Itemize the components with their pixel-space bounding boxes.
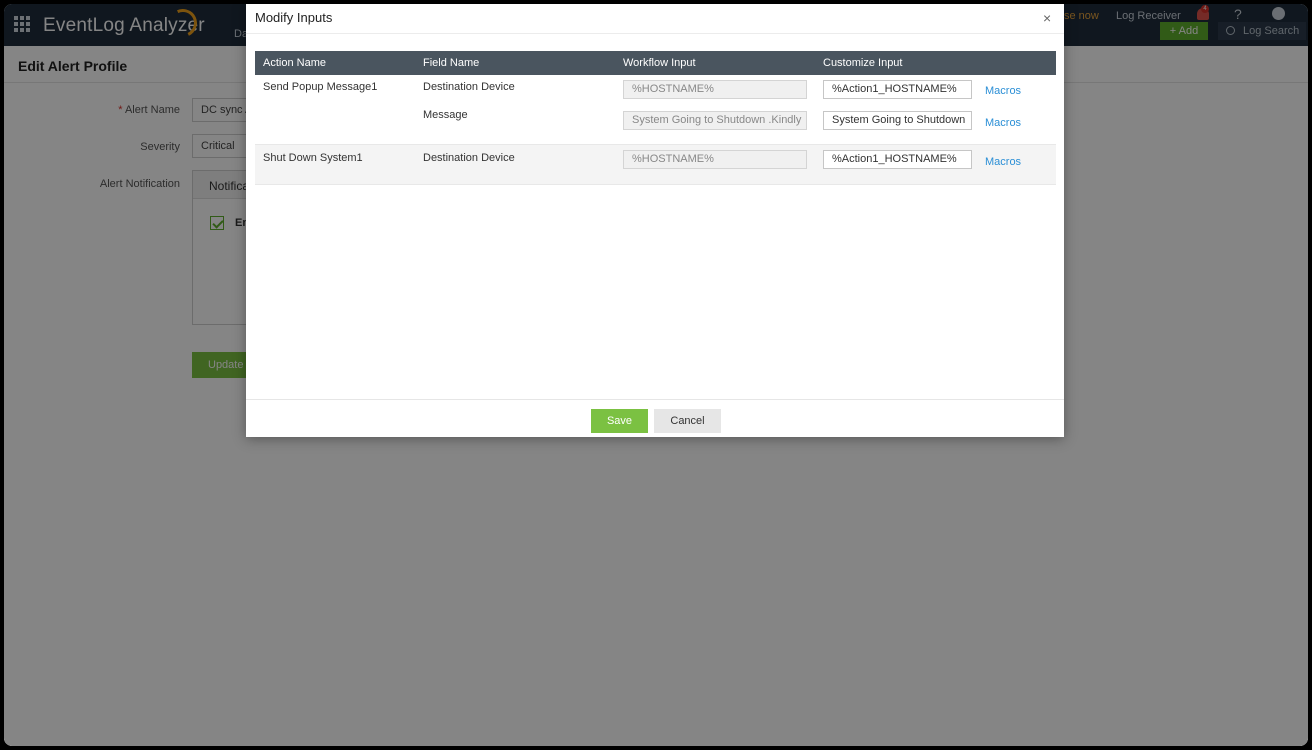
macros-link[interactable]: Macros: [985, 117, 1021, 129]
table-row: Send Popup Message1 Destination Device %…: [255, 75, 1056, 145]
column-header-workflow-input: Workflow Input: [623, 57, 696, 69]
workflow-input-field: %HOSTNAME%: [623, 150, 807, 169]
field-name-cell: Message: [423, 109, 468, 121]
table-row: Shut Down System1 Destination Device %HO…: [255, 145, 1056, 185]
close-icon[interactable]: ×: [1043, 10, 1051, 26]
action-name-cell: Send Popup Message1: [263, 81, 378, 93]
app-window: EventLog Analyzer Da se now Log Receiver…: [4, 4, 1308, 746]
cancel-button[interactable]: Cancel: [654, 409, 721, 433]
field-name-cell: Destination Device: [423, 152, 515, 164]
title-divider: [246, 33, 1064, 34]
customize-input-field[interactable]: %Action1_HOSTNAME%: [823, 150, 972, 169]
workflow-input-field: %HOSTNAME%: [623, 80, 807, 99]
field-name-cell: Destination Device: [423, 81, 515, 93]
customize-input-field[interactable]: %Action1_HOSTNAME%: [823, 80, 972, 99]
save-button[interactable]: Save: [591, 409, 648, 433]
macros-link[interactable]: Macros: [985, 85, 1021, 97]
column-header-action-name: Action Name: [263, 57, 326, 69]
inputs-table: Action Name Field Name Workflow Input Cu…: [255, 51, 1056, 185]
customize-input-field[interactable]: System Going to Shutdown: [823, 111, 972, 130]
column-header-field-name: Field Name: [423, 57, 480, 69]
macros-link[interactable]: Macros: [985, 156, 1021, 168]
workflow-input-field: System Going to Shutdown .Kindly: [623, 111, 807, 130]
action-name-cell: Shut Down System1: [263, 152, 363, 164]
column-header-customize-input: Customize Input: [823, 57, 903, 69]
dialog-title: Modify Inputs: [255, 10, 333, 25]
table-header: Action Name Field Name Workflow Input Cu…: [255, 51, 1056, 75]
footer-divider: [246, 399, 1064, 400]
modify-inputs-dialog: Modify Inputs × Action Name Field Name W…: [246, 4, 1064, 437]
